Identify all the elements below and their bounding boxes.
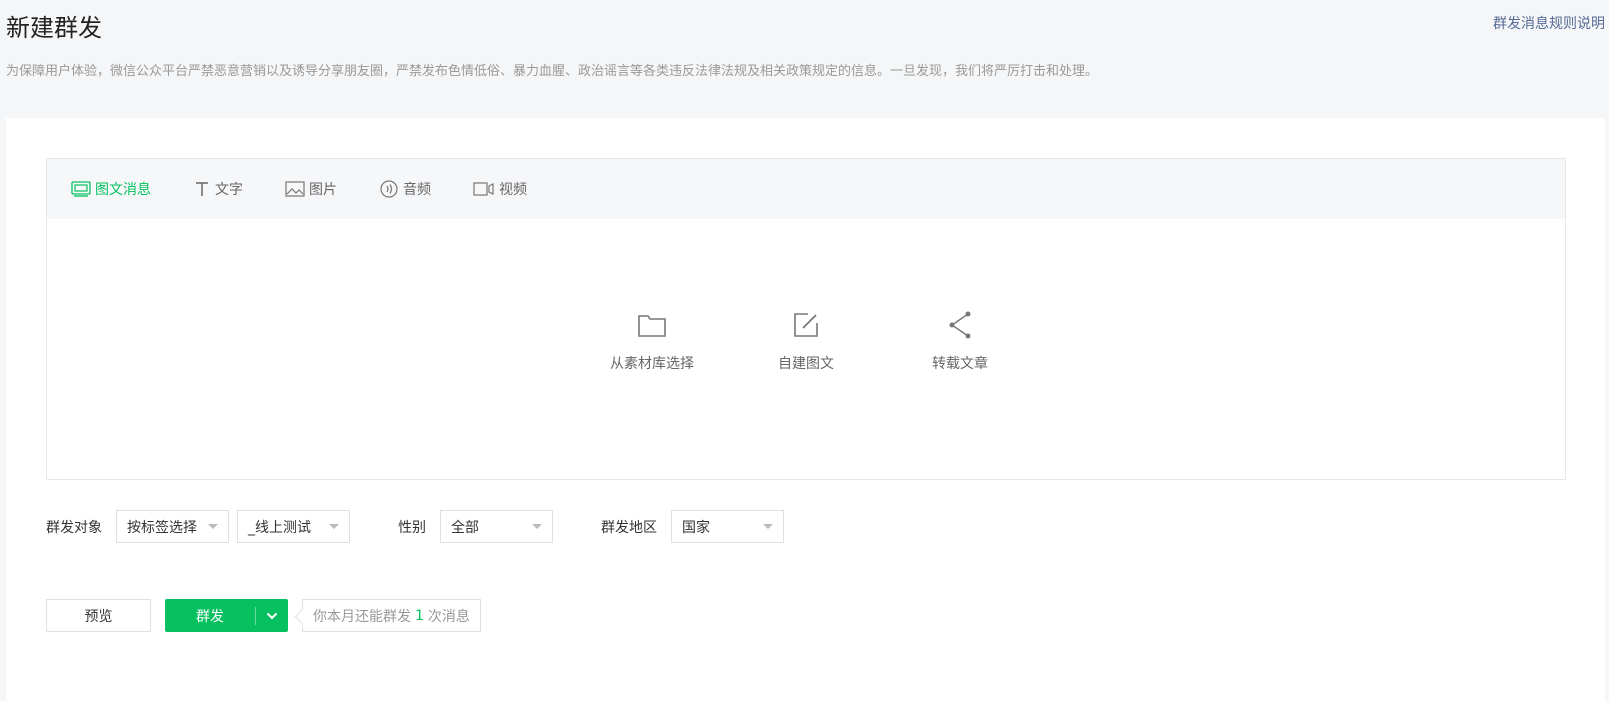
- target-mode-value: 按标签选择: [127, 519, 197, 536]
- message-type-tabs: 图文消息 文字 图片 音频 视频: [47, 159, 1565, 219]
- create-article-label: 自建图文: [778, 356, 834, 372]
- gender-select[interactable]: 全部: [440, 510, 553, 543]
- tab-text[interactable]: 文字: [193, 179, 243, 199]
- region-select[interactable]: 国家: [671, 510, 784, 543]
- select-from-library-button[interactable]: 从素材库选择: [575, 309, 729, 373]
- bottom-actions: 预览 群发 你本月还能群发 1 次消息: [46, 599, 481, 632]
- target-tag-value: _线上测试: [248, 519, 311, 536]
- send-options-button[interactable]: [256, 599, 288, 632]
- create-actions: 从素材库选择 自建图文 转载文章: [47, 309, 1565, 373]
- tab-audio-label: 音频: [403, 182, 431, 198]
- preview-button[interactable]: 预览: [46, 599, 151, 632]
- chevron-down-icon: [266, 608, 278, 624]
- select-from-library-label: 从素材库选择: [610, 356, 694, 372]
- main-panel: 图文消息 文字 图片 音频 视频 从素材库选择 自建图文 转载文章 群发对象 按…: [6, 118, 1605, 701]
- repost-article-label: 转载文章: [932, 356, 988, 372]
- tab-image[interactable]: 图片: [285, 179, 337, 199]
- message-editor: 图文消息 文字 图片 音频 视频 从素材库选择 自建图文 转载文章: [46, 158, 1566, 480]
- news-icon: [71, 181, 91, 197]
- repost-article-button[interactable]: 转载文章: [883, 309, 1037, 373]
- region-value: 国家: [682, 519, 710, 536]
- tab-audio[interactable]: 音频: [379, 179, 431, 199]
- quota-prefix: 你本月还能群发: [313, 608, 411, 625]
- text-icon: [193, 181, 211, 197]
- page-title: 新建群发: [6, 14, 102, 42]
- chevron-down-icon: [532, 524, 542, 529]
- gender-label: 性别: [398, 519, 426, 536]
- send-quota-tip: 你本月还能群发 1 次消息: [302, 599, 481, 632]
- tab-video[interactable]: 视频: [473, 179, 527, 199]
- audio-icon: [379, 180, 399, 198]
- target-mode-select[interactable]: 按标签选择: [116, 510, 229, 543]
- video-icon: [473, 181, 495, 197]
- image-icon: [285, 181, 305, 197]
- folder-icon: [637, 309, 667, 341]
- chevron-down-icon: [763, 524, 773, 529]
- send-button-group: 群发: [165, 599, 288, 632]
- target-tag-select[interactable]: _线上测试: [237, 510, 350, 543]
- send-button[interactable]: 群发: [165, 599, 255, 632]
- edit-icon: [792, 309, 820, 341]
- tab-news-label: 图文消息: [95, 182, 151, 198]
- region-label: 群发地区: [601, 519, 657, 536]
- tab-text-label: 文字: [215, 182, 243, 198]
- tab-news[interactable]: 图文消息: [71, 179, 151, 199]
- create-article-button[interactable]: 自建图文: [729, 309, 883, 373]
- audience-filters: 群发对象 按标签选择 _线上测试 性别 全部 群发地区 国家: [46, 510, 792, 543]
- chevron-down-icon: [329, 524, 339, 529]
- quota-count: 1: [415, 607, 424, 624]
- tab-video-label: 视频: [499, 182, 527, 198]
- target-label: 群发对象: [46, 519, 102, 536]
- chevron-down-icon: [208, 524, 218, 529]
- quota-suffix: 次消息: [427, 608, 470, 625]
- gender-value: 全部: [451, 519, 479, 536]
- share-icon: [947, 309, 973, 341]
- mass-send-rules-link[interactable]: 群发消息规则说明: [1493, 13, 1605, 33]
- tab-image-label: 图片: [309, 182, 337, 198]
- policy-notice: 为保障用户体验，微信公众平台严禁恶意营销以及诱导分享朋友圈，严禁发布色情低俗、暴…: [6, 64, 1099, 79]
